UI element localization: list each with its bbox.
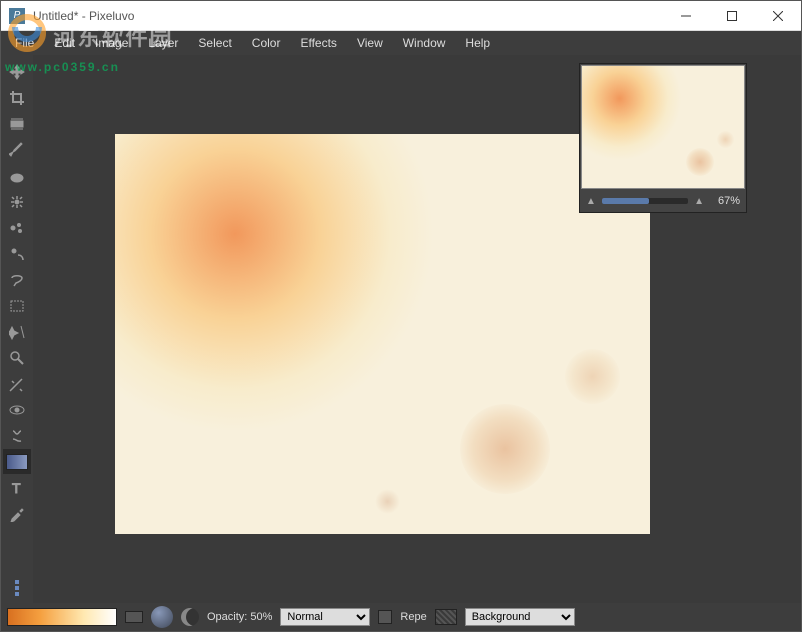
text-tool-icon[interactable]: T: [3, 475, 31, 500]
app-icon: P: [9, 8, 25, 24]
menu-select[interactable]: Select: [188, 32, 241, 54]
canvas-content: [460, 404, 550, 494]
repeat-label: Repe: [400, 611, 426, 623]
zoom-tool-icon[interactable]: [3, 345, 31, 370]
picker-tool-icon[interactable]: [3, 501, 31, 526]
menu-effects[interactable]: Effects: [290, 32, 346, 54]
canvas-content: [565, 349, 620, 404]
maximize-button[interactable]: [709, 1, 755, 30]
canvas-content: [115, 134, 435, 434]
gradient-tool-icon[interactable]: [3, 449, 31, 474]
svg-text:T: T: [12, 480, 21, 496]
pattern-swatch-icon[interactable]: [435, 609, 457, 625]
smudge-tool-icon[interactable]: [3, 163, 31, 188]
menu-image[interactable]: Image: [85, 32, 138, 54]
zoom-in-icon[interactable]: ▲: [694, 196, 704, 207]
brush-tool-icon[interactable]: [3, 137, 31, 162]
window-title: Untitled* - Pixeluvo: [33, 9, 663, 23]
canvas-content: [375, 489, 400, 514]
navigator-thumbnail[interactable]: [581, 65, 745, 189]
navigator-panel[interactable]: ▲ ▲ 67%: [579, 63, 747, 213]
wand-tool-icon[interactable]: [3, 319, 31, 344]
titlebar: P Untitled* - Pixeluvo: [1, 1, 801, 31]
gradient-type-linear-icon[interactable]: [125, 611, 143, 623]
tool-options-toggle-icon[interactable]: [1, 573, 33, 603]
menu-help[interactable]: Help: [455, 32, 500, 54]
menu-window[interactable]: Window: [393, 32, 456, 54]
gradient-type-angle-icon[interactable]: [181, 608, 199, 626]
liquify-tool-icon[interactable]: [3, 423, 31, 448]
heal-tool-icon[interactable]: [3, 215, 31, 240]
tool-options-bar: Opacity: 50% Normal Repe Background: [1, 603, 801, 631]
tool-palette: T: [1, 55, 33, 603]
move-tool-icon[interactable]: [3, 59, 31, 84]
document-canvas[interactable]: [115, 134, 650, 534]
lasso-tool-icon[interactable]: [3, 267, 31, 292]
minimize-button[interactable]: [663, 1, 709, 30]
target-layer-select[interactable]: Background: [465, 608, 575, 626]
dodge-tool-icon[interactable]: [3, 241, 31, 266]
repeat-checkbox[interactable]: [378, 610, 392, 624]
menu-file[interactable]: File: [5, 32, 44, 54]
zoom-slider[interactable]: [602, 198, 688, 204]
gradient-preview-swatch[interactable]: [7, 608, 117, 626]
gradient-type-radial-icon[interactable]: [151, 606, 173, 628]
clone-tool-icon[interactable]: [3, 189, 31, 214]
marquee-tool-icon[interactable]: [3, 293, 31, 318]
opacity-label: Opacity: 50%: [207, 611, 272, 623]
menu-edit[interactable]: Edit: [44, 32, 85, 54]
effect-tool-icon[interactable]: [3, 371, 31, 396]
transform-tool-icon[interactable]: [3, 111, 31, 136]
zoom-out-icon[interactable]: ▲: [586, 196, 596, 207]
blend-mode-select[interactable]: Normal: [280, 608, 370, 626]
menu-layer[interactable]: Layer: [138, 32, 188, 54]
menubar: File Edit Image Layer Select Color Effec…: [1, 31, 801, 55]
menu-color[interactable]: Color: [242, 32, 291, 54]
redeye-tool-icon[interactable]: [3, 397, 31, 422]
close-button[interactable]: [755, 1, 801, 30]
zoom-value: 67%: [710, 195, 740, 207]
menu-view[interactable]: View: [347, 32, 393, 54]
crop-tool-icon[interactable]: [3, 85, 31, 110]
